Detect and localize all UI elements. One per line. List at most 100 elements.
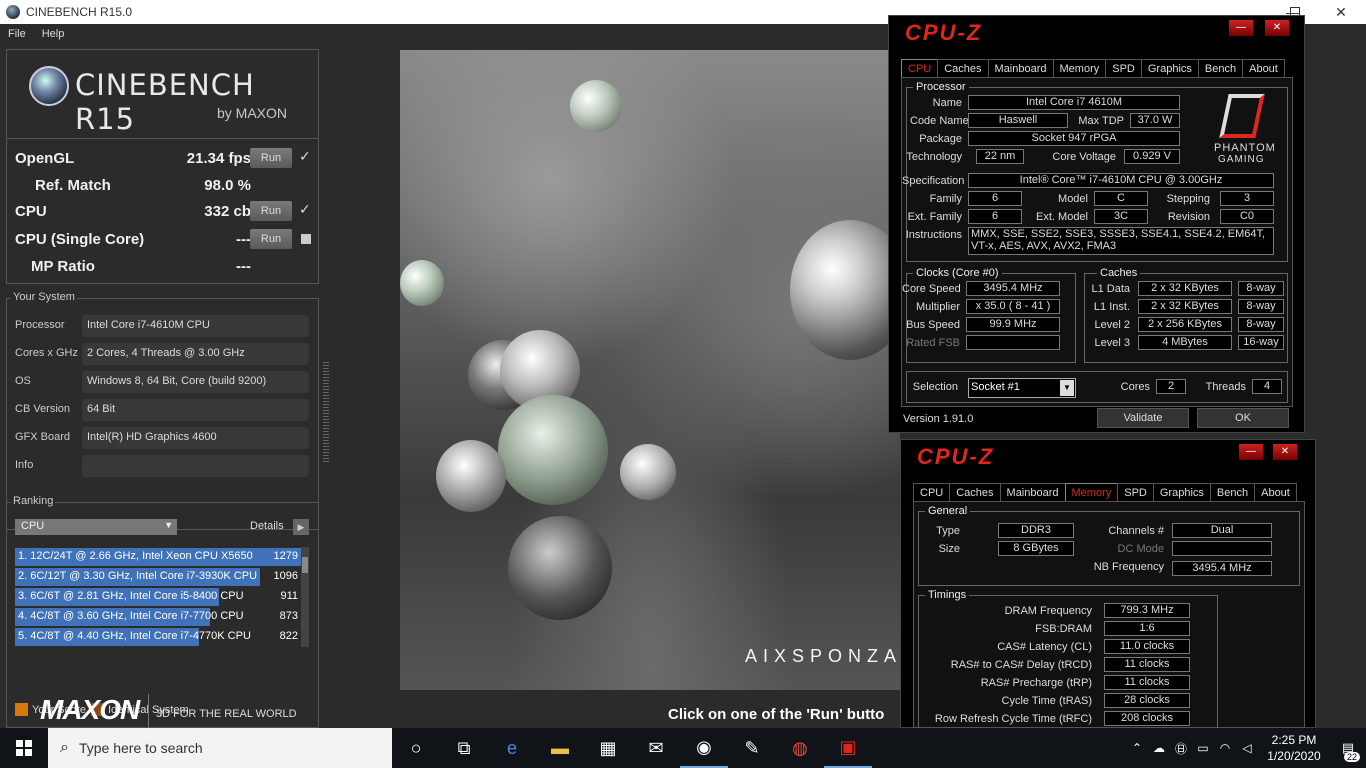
input-icon[interactable]: ㊐ bbox=[1170, 740, 1192, 757]
tab-cpu[interactable]: CPU bbox=[901, 59, 939, 78]
menu-file[interactable]: File bbox=[0, 28, 34, 40]
ranking-item[interactable]: 4. 4C/8T @ 3.60 GHz, Intel Core i7-7700 … bbox=[15, 607, 301, 627]
single-core-checkbox[interactable] bbox=[301, 234, 311, 244]
info-field[interactable] bbox=[82, 455, 309, 477]
ranking-item[interactable]: 1. 12C/24T @ 2.66 GHz, Intel Xeon CPU X5… bbox=[15, 547, 301, 567]
taskbar: ⌕ Type here to search ○ ⧉ e ▬ ▦ ✉ ◉ ✎ ◍ … bbox=[0, 728, 1366, 768]
ranking-select[interactable]: CPU ▼ bbox=[15, 519, 177, 535]
threads-field: 4 bbox=[1252, 379, 1282, 394]
cpuz-minimize-button[interactable]: — bbox=[1239, 444, 1263, 460]
system-key: GFX Board bbox=[15, 431, 71, 443]
checkmark-icon[interactable]: ✓ bbox=[299, 201, 311, 218]
tab-caches[interactable]: Caches bbox=[937, 59, 989, 78]
system-row: GFX Board Intel(R) HD Graphics 4600 bbox=[15, 427, 315, 449]
tab-mainboard[interactable]: Mainboard bbox=[987, 59, 1054, 78]
system-value: Intel(R) HD Graphics 4600 bbox=[82, 427, 309, 449]
action-center-button[interactable]: ▤ 22 bbox=[1330, 728, 1366, 768]
file-explorer-icon[interactable]: ▬ bbox=[536, 728, 584, 768]
tab-cpu[interactable]: CPU bbox=[913, 483, 951, 502]
tab-caches[interactable]: Caches bbox=[949, 483, 1001, 502]
network-icon[interactable]: ☁ bbox=[1148, 741, 1170, 755]
cortana-icon[interactable]: ○ bbox=[392, 728, 440, 768]
tab-bench[interactable]: Bench bbox=[1197, 59, 1244, 78]
ranking-list[interactable]: 1. 12C/24T @ 2.66 GHz, Intel Xeon CPU X5… bbox=[15, 547, 301, 653]
render-sphere bbox=[620, 444, 676, 500]
ext-family-label: Ext. Family bbox=[907, 211, 962, 223]
cpuz-close-button[interactable]: ✕ bbox=[1265, 20, 1289, 36]
tab-mainboard[interactable]: Mainboard bbox=[999, 483, 1066, 502]
chevron-right-icon: ▶ bbox=[297, 522, 305, 532]
code-name-field: Haswell bbox=[968, 113, 1068, 128]
tab-bench[interactable]: Bench bbox=[1209, 483, 1256, 502]
model-label: Model bbox=[1058, 193, 1088, 205]
chevron-up-icon[interactable]: ⌃ bbox=[1126, 741, 1148, 755]
tab-memory[interactable]: Memory bbox=[1052, 59, 1107, 78]
ranking-item[interactable]: 5. 4C/8T @ 4.40 GHz, Intel Core i7-4770K… bbox=[15, 627, 301, 647]
cinebench-taskbar-icon[interactable]: ◉ bbox=[680, 728, 728, 768]
mail-icon[interactable]: ✉ bbox=[632, 728, 680, 768]
task-view-icon[interactable]: ⧉ bbox=[440, 728, 488, 768]
ranking-scrollbar[interactable] bbox=[301, 547, 309, 647]
run-single-core-button[interactable]: Run bbox=[250, 229, 292, 249]
battery-icon[interactable]: ▭ bbox=[1192, 741, 1214, 755]
scrollbar-thumb[interactable] bbox=[302, 557, 308, 573]
bus-speed-field: 99.9 MHz bbox=[966, 317, 1060, 332]
tab-memory[interactable]: Memory bbox=[1064, 483, 1119, 502]
ranking-item[interactable]: 2. 6C/12T @ 3.30 GHz, Intel Core i7-3930… bbox=[15, 567, 301, 587]
menubar: File Help bbox=[0, 24, 400, 44]
close-button[interactable]: ✕ bbox=[1318, 0, 1364, 24]
edge-icon[interactable]: e bbox=[488, 728, 536, 768]
start-button[interactable] bbox=[0, 728, 48, 768]
paint-icon[interactable]: ✎ bbox=[728, 728, 776, 768]
ranking-text: 2. 6C/12T @ 3.30 GHz, Intel Core i7-3930… bbox=[18, 570, 258, 582]
voltage-label: Core Voltage bbox=[1052, 151, 1116, 163]
l1i-label: L1 Inst. bbox=[1093, 301, 1130, 313]
cores-label: Cores bbox=[1120, 381, 1150, 393]
system-key: Info bbox=[15, 459, 34, 471]
rated-fsb-label: Rated FSB bbox=[906, 337, 960, 349]
taskbar-search[interactable]: ⌕ Type here to search bbox=[48, 728, 392, 768]
tab-spd[interactable]: SPD bbox=[1117, 483, 1154, 502]
timing-label: Row Refresh Cycle Time (tRFC) bbox=[934, 713, 1092, 725]
socket-select[interactable]: Socket #1 ▼ bbox=[968, 378, 1076, 398]
ranking-score: 1279 bbox=[273, 550, 298, 562]
close-icon: ✕ bbox=[1280, 446, 1290, 457]
cpuz-minimize-button[interactable]: — bbox=[1229, 20, 1253, 36]
wifi-icon[interactable]: ◠ bbox=[1214, 741, 1236, 755]
ranking-item[interactable]: 3. 6C/6T @ 2.81 GHz, Intel Core i5-8400 … bbox=[15, 587, 301, 607]
clock[interactable]: 2:25 PM 1/20/2020 bbox=[1258, 732, 1330, 764]
cpuz-close-button[interactable]: ✕ bbox=[1273, 444, 1297, 460]
logo-subtitle: by MAXON bbox=[217, 105, 288, 121]
tdp-label: Max TDP bbox=[1078, 115, 1124, 127]
validate-button[interactable]: Validate bbox=[1097, 408, 1189, 428]
run-opengl-button[interactable]: Run bbox=[250, 148, 292, 168]
your-score-swatch bbox=[15, 703, 28, 716]
result-label: Ref. Match bbox=[35, 177, 111, 194]
chrome-icon[interactable]: ◍ bbox=[776, 728, 824, 768]
tab-about[interactable]: About bbox=[1242, 59, 1285, 78]
rated-fsb-field bbox=[966, 335, 1060, 350]
menu-help[interactable]: Help bbox=[34, 28, 73, 40]
checkmark-icon[interactable]: ✓ bbox=[299, 148, 311, 165]
tab-graphics[interactable]: Graphics bbox=[1140, 59, 1199, 78]
panel-splitter[interactable] bbox=[323, 362, 329, 462]
ext-model-field: 3C bbox=[1094, 209, 1148, 224]
timing-label: Cycle Time (tRAS) bbox=[1001, 695, 1092, 707]
ok-button[interactable]: OK bbox=[1197, 408, 1289, 428]
cpuz-taskbar-icon[interactable]: ▣ bbox=[824, 728, 872, 768]
cpuz-tabs: CPU Caches Mainboard Memory SPD Graphics… bbox=[913, 483, 1297, 502]
cpuz-title: CPU-Z bbox=[905, 20, 983, 45]
l1d-label: L1 Data bbox=[1091, 283, 1130, 295]
cinebench-app-icon bbox=[6, 5, 20, 19]
render-sphere bbox=[508, 516, 612, 620]
tab-graphics[interactable]: Graphics bbox=[1152, 483, 1211, 502]
details-button[interactable]: ▶ bbox=[293, 519, 309, 535]
run-cpu-button[interactable]: Run bbox=[250, 201, 292, 221]
store-icon[interactable]: ▦ bbox=[584, 728, 632, 768]
multiplier-label: Multiplier bbox=[915, 301, 960, 313]
tab-spd[interactable]: SPD bbox=[1105, 59, 1142, 78]
volume-icon[interactable]: ◁ bbox=[1236, 741, 1258, 755]
search-icon: ⌕ bbox=[60, 739, 69, 756]
tab-about[interactable]: About bbox=[1254, 483, 1297, 502]
stepping-field: 3 bbox=[1220, 191, 1274, 206]
